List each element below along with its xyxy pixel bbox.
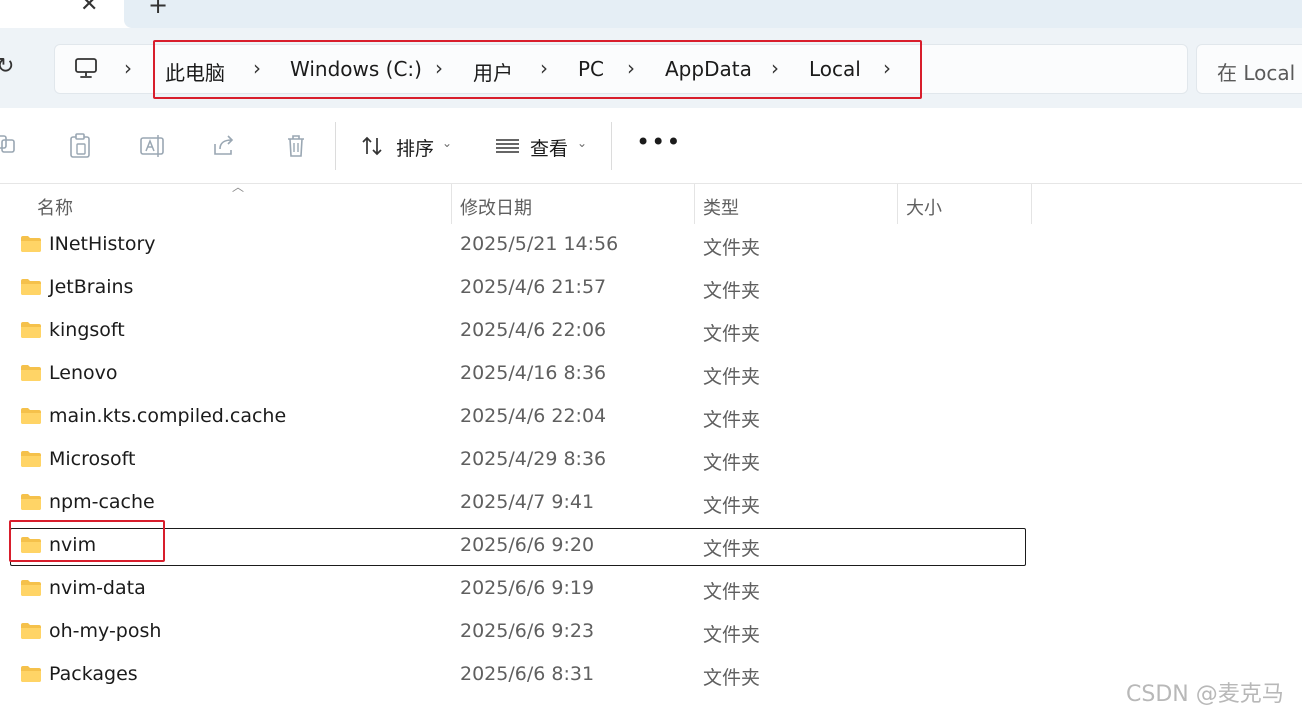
- file-date: 2025/4/6 21:57: [460, 276, 607, 298]
- file-date: 2025/4/6 22:04: [460, 405, 607, 427]
- chevron-down-icon[interactable]: ⌄: [442, 136, 452, 150]
- share-icon[interactable]: [211, 132, 237, 160]
- toolbar-separator: [611, 122, 612, 170]
- breadcrumb-chevron-icon[interactable]: ›: [124, 56, 132, 80]
- folder-icon: [21, 537, 41, 553]
- watermark: CSDN @麦克马: [1126, 682, 1284, 707]
- more-options-icon[interactable]: •••: [636, 128, 681, 156]
- column-divider[interactable]: [897, 184, 898, 224]
- column-header-size[interactable]: 大小: [906, 194, 942, 220]
- file-name[interactable]: main.kts.compiled.cache: [49, 405, 286, 427]
- this-pc-icon[interactable]: [74, 57, 98, 79]
- file-name[interactable]: nvim-data: [49, 577, 146, 599]
- column-header-row: [0, 184, 1302, 224]
- breadcrumb-chevron-icon[interactable]: ›: [435, 56, 443, 80]
- toolbar-separator: [335, 122, 336, 170]
- file-date: 2025/6/6 9:20: [460, 534, 595, 556]
- tab-strip: ✕ +: [0, 0, 1302, 28]
- file-type: 文件夹: [703, 624, 761, 646]
- breadcrumb-chevron-icon[interactable]: ›: [771, 56, 779, 80]
- folder-icon: [21, 365, 41, 381]
- sort-icon[interactable]: [360, 132, 386, 160]
- breadcrumb-this-pc[interactable]: 此电脑: [165, 57, 225, 86]
- file-date: 2025/4/7 9:41: [460, 491, 595, 513]
- folder-icon: [21, 279, 41, 295]
- search-placeholder[interactable]: 在 Local 中: [1217, 57, 1302, 86]
- file-name[interactable]: npm-cache: [49, 491, 155, 513]
- file-date: 2025/4/16 8:36: [460, 362, 607, 384]
- file-type: 文件夹: [703, 280, 761, 302]
- folder-icon: [21, 666, 41, 682]
- file-type: 文件夹: [703, 323, 761, 345]
- folder-icon: [21, 494, 41, 510]
- folder-icon: [21, 623, 41, 639]
- file-name[interactable]: nvim: [49, 534, 96, 556]
- breadcrumb-chevron-icon[interactable]: ›: [540, 56, 548, 80]
- file-name[interactable]: Packages: [49, 663, 138, 685]
- file-name[interactable]: Microsoft: [49, 448, 135, 470]
- file-name[interactable]: JetBrains: [49, 276, 133, 298]
- folder-icon: [21, 580, 41, 596]
- column-divider[interactable]: [694, 184, 695, 224]
- file-type: 文件夹: [703, 452, 761, 474]
- chevron-down-icon[interactable]: ⌄: [577, 136, 587, 150]
- close-tab-icon[interactable]: ✕: [80, 0, 98, 17]
- file-type: 文件夹: [703, 667, 761, 689]
- folder-icon: [21, 236, 41, 252]
- breadcrumb-appdata[interactable]: AppData: [665, 57, 752, 81]
- breadcrumb-chevron-icon[interactable]: ›: [627, 56, 635, 80]
- file-type: 文件夹: [703, 495, 761, 517]
- column-divider[interactable]: [451, 184, 452, 224]
- breadcrumb-chevron-icon[interactable]: ›: [883, 56, 891, 80]
- file-name[interactable]: Lenovo: [49, 362, 117, 384]
- file-date: 2025/5/21 14:56: [460, 233, 619, 255]
- view-button[interactable]: 查看: [530, 134, 568, 161]
- file-date: 2025/6/6 9:19: [460, 577, 595, 599]
- column-header-type[interactable]: 类型: [703, 194, 739, 220]
- breadcrumb-windows-c[interactable]: Windows (C:): [290, 57, 422, 81]
- breadcrumb-local[interactable]: Local: [809, 57, 861, 81]
- file-name[interactable]: INetHistory: [49, 233, 156, 255]
- active-tab[interactable]: [0, 0, 122, 28]
- breadcrumb-chevron-icon[interactable]: ›: [253, 56, 261, 80]
- copy-icon[interactable]: [0, 132, 22, 160]
- breadcrumb-pc[interactable]: PC: [578, 57, 604, 81]
- folder-icon: [21, 408, 41, 424]
- folder-icon: [21, 322, 41, 338]
- file-type: 文件夹: [703, 366, 761, 388]
- paste-icon[interactable]: [67, 132, 93, 160]
- file-date: 2025/4/6 22:06: [460, 319, 607, 341]
- file-name[interactable]: oh-my-posh: [49, 620, 161, 642]
- file-date: 2025/4/29 8:36: [460, 448, 607, 470]
- breadcrumb-users[interactable]: 用户: [473, 57, 513, 86]
- file-name[interactable]: kingsoft: [49, 319, 125, 341]
- column-header-name[interactable]: 名称: [37, 194, 73, 220]
- refresh-icon[interactable]: ↻: [0, 54, 14, 79]
- file-type: 文件夹: [703, 409, 761, 431]
- delete-icon[interactable]: [283, 132, 309, 160]
- tab-strip-background: [124, 0, 1302, 28]
- file-date: 2025/6/6 9:23: [460, 620, 595, 642]
- column-divider[interactable]: [1031, 184, 1032, 224]
- file-type: 文件夹: [703, 581, 761, 603]
- new-tab-icon[interactable]: +: [148, 0, 168, 19]
- file-date: 2025/6/6 8:31: [460, 663, 595, 685]
- sort-ascending-icon: ︿: [232, 180, 245, 194]
- file-type: 文件夹: [703, 237, 761, 259]
- rename-icon[interactable]: [139, 132, 165, 160]
- view-icon[interactable]: [495, 132, 521, 160]
- folder-icon: [21, 451, 41, 467]
- sort-button[interactable]: 排序: [396, 134, 434, 161]
- column-header-modified[interactable]: 修改日期: [460, 194, 532, 220]
- file-type: 文件夹: [703, 538, 761, 560]
